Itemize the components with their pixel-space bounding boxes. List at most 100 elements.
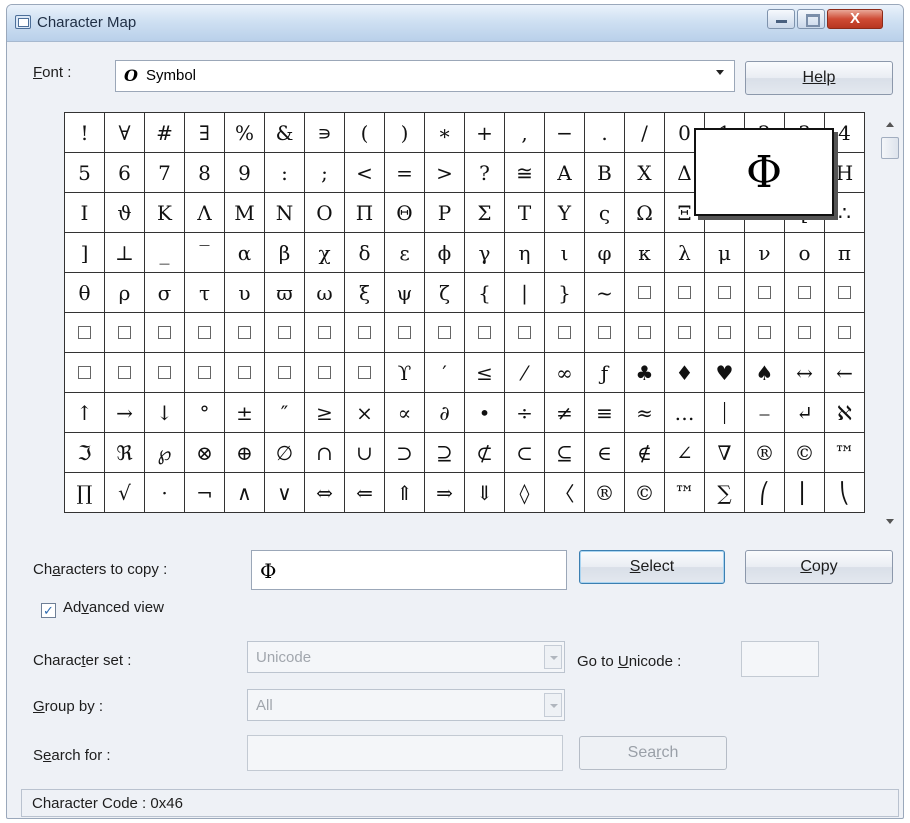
char-cell[interactable]: = — [385, 153, 425, 193]
search-button[interactable]: Search — [579, 736, 727, 770]
char-cell[interactable]: : — [265, 153, 305, 193]
char-cell[interactable]: δ — [345, 233, 385, 273]
char-cell[interactable]: ® — [745, 433, 785, 473]
char-cell[interactable]: I — [65, 193, 105, 233]
characters-to-copy-input[interactable]: Φ — [251, 550, 567, 590]
char-cell[interactable]: ∉ — [625, 433, 665, 473]
char-cell[interactable]: M — [225, 193, 265, 233]
char-cell[interactable]: ψ — [385, 273, 425, 313]
char-cell[interactable]: ℵ — [825, 393, 865, 433]
char-cell[interactable]: ) — [385, 113, 425, 153]
char-cell[interactable]: { — [465, 273, 505, 313]
char-cell[interactable]: , — [505, 113, 545, 153]
char-cell[interactable]: θ — [65, 273, 105, 313]
char-cell[interactable]: # — [145, 113, 185, 153]
char-cell[interactable]: − — [545, 113, 585, 153]
scroll-thumb[interactable] — [881, 137, 899, 159]
char-cell[interactable]: _ — [145, 233, 185, 273]
char-cell[interactable]: κ — [625, 233, 665, 273]
char-cell[interactable]: ∅ — [265, 433, 305, 473]
char-cell[interactable]: ¬ — [185, 473, 225, 513]
char-cell[interactable]: ∝ — [385, 393, 425, 433]
char-cell[interactable]: ⇔ — [305, 473, 345, 513]
char-cell[interactable] — [105, 353, 145, 393]
char-cell[interactable]: ♥ — [705, 353, 745, 393]
char-cell[interactable] — [825, 273, 865, 313]
char-cell[interactable]: + — [465, 113, 505, 153]
char-cell[interactable]: ≠ — [545, 393, 585, 433]
scroll-down-icon[interactable] — [886, 519, 894, 524]
go-to-unicode-input[interactable] — [741, 641, 819, 677]
char-cell[interactable]: ⎛ — [745, 473, 785, 513]
char-cell[interactable]: ℑ — [65, 433, 105, 473]
char-cell[interactable]: X — [625, 153, 665, 193]
char-cell[interactable]: ⎯ — [745, 393, 785, 433]
char-cell[interactable]: © — [785, 433, 825, 473]
char-cell[interactable]: 9 — [225, 153, 265, 193]
char-cell[interactable]: ο — [785, 233, 825, 273]
char-cell[interactable]: Θ — [385, 193, 425, 233]
char-cell[interactable]: ™ — [665, 473, 705, 513]
char-cell[interactable] — [465, 313, 505, 353]
char-cell[interactable]: ≥ — [305, 393, 345, 433]
char-cell[interactable]: Π — [345, 193, 385, 233]
search-input[interactable] — [247, 735, 563, 771]
char-cell[interactable]: > — [425, 153, 465, 193]
char-cell[interactable]: ζ — [425, 273, 465, 313]
char-cell[interactable]: χ — [305, 233, 345, 273]
char-cell[interactable] — [505, 313, 545, 353]
char-cell[interactable] — [625, 313, 665, 353]
char-cell[interactable] — [665, 313, 705, 353]
char-cell[interactable]: Λ — [185, 193, 225, 233]
char-cell[interactable]: ⇓ — [465, 473, 505, 513]
char-cell[interactable]: 6 — [105, 153, 145, 193]
char-cell[interactable]: ∏ — [65, 473, 105, 513]
grid-scrollbar[interactable] — [879, 112, 901, 532]
char-cell[interactable]: ∧ — [225, 473, 265, 513]
char-cell[interactable]: ≤ — [465, 353, 505, 393]
char-cell[interactable] — [345, 313, 385, 353]
char-cell[interactable]: ; — [305, 153, 345, 193]
char-cell[interactable]: ™ — [825, 433, 865, 473]
char-cell[interactable]: & — [265, 113, 305, 153]
char-cell[interactable] — [265, 313, 305, 353]
char-cell[interactable]: A — [545, 153, 585, 193]
char-cell[interactable] — [665, 273, 705, 313]
char-cell[interactable]: ♣ — [625, 353, 665, 393]
char-cell[interactable]: / — [625, 113, 665, 153]
char-cell[interactable]: ← — [825, 353, 865, 393]
char-cell[interactable]: ⊇ — [425, 433, 465, 473]
char-cell[interactable]: ≈ — [625, 393, 665, 433]
char-cell[interactable]: ∃ — [185, 113, 225, 153]
char-cell[interactable]: τ — [185, 273, 225, 313]
char-cell[interactable] — [785, 313, 825, 353]
char-cell[interactable]: ? — [465, 153, 505, 193]
character-set-dropdown[interactable]: Unicode — [247, 641, 565, 673]
char-cell[interactable]: ξ — [345, 273, 385, 313]
char-cell[interactable]: β — [265, 233, 305, 273]
char-cell[interactable] — [785, 273, 825, 313]
char-cell[interactable]: φ — [585, 233, 625, 273]
char-cell[interactable]: λ — [665, 233, 705, 273]
char-cell[interactable]: √ — [105, 473, 145, 513]
char-cell[interactable]: ƒ — [585, 353, 625, 393]
char-cell[interactable] — [225, 353, 265, 393]
char-cell[interactable]: ε — [385, 233, 425, 273]
char-cell[interactable]: ↑ — [65, 393, 105, 433]
char-cell[interactable]: ′ — [425, 353, 465, 393]
char-cell[interactable]: ⎝ — [825, 473, 865, 513]
char-cell[interactable] — [585, 313, 625, 353]
char-cell[interactable]: ≅ — [505, 153, 545, 193]
char-cell[interactable]: × — [345, 393, 385, 433]
char-cell[interactable]: ς — [585, 193, 625, 233]
char-cell[interactable]: ″ — [265, 393, 305, 433]
char-cell[interactable]: ⇐ — [345, 473, 385, 513]
char-cell[interactable] — [65, 353, 105, 393]
char-cell[interactable]: 〈 — [545, 473, 585, 513]
char-cell[interactable] — [185, 313, 225, 353]
char-cell[interactable] — [705, 273, 745, 313]
char-cell[interactable]: ⊂ — [505, 433, 545, 473]
char-cell[interactable] — [185, 353, 225, 393]
char-cell[interactable]: ⋅ — [145, 473, 185, 513]
char-cell[interactable]: γ — [465, 233, 505, 273]
